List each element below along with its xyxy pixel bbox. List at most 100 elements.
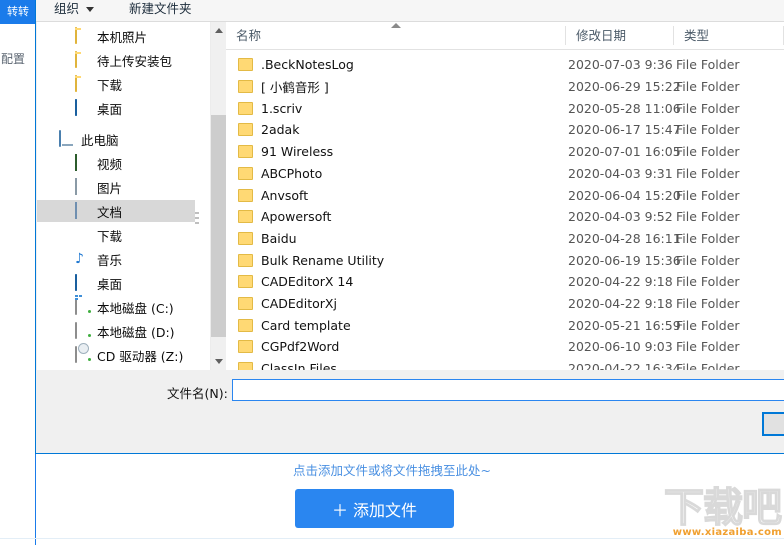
file-row[interactable]: 2adak 2020-06-17 15:47 File Folder	[226, 119, 784, 141]
file-row[interactable]: CADEditorXj 2020-04-22 9:18 File Folder	[226, 293, 784, 315]
file-open-dialog: 组织 新建文件夹 本机照片 待上传安装包 下载 桌面 此电脑 视频 图片 文档 下载 ♪ 音乐 桌面本…	[35, 0, 784, 454]
file-name: .BeckNotesLog	[261, 57, 354, 73]
nav-item-3[interactable]: 桌面	[37, 97, 195, 119]
nav-item-label: 音乐	[97, 252, 123, 268]
file-date: 2020-06-19 15:36	[568, 252, 681, 268]
nav-item-label: 下载	[97, 228, 123, 244]
file-row[interactable]: .BeckNotesLog 2020-07-03 9:36 File Folder	[226, 54, 784, 76]
nav-item-label: 图片	[97, 180, 123, 196]
file-name: CADEditorXj	[261, 296, 337, 312]
file-name: Anvsoft	[261, 187, 309, 203]
system-drive-icon	[75, 298, 92, 315]
bottom-divider	[0, 538, 784, 539]
dialog-toolbar: 组织 新建文件夹	[36, 0, 784, 22]
file-type: File Folder	[676, 122, 740, 138]
file-type: File Folder	[676, 187, 740, 203]
scroll-up-arrow-icon[interactable]	[211, 22, 227, 39]
folder-icon	[238, 318, 253, 332]
file-row[interactable]: Bulk Rename Utility 2020-06-19 15:36 File …	[226, 249, 784, 271]
file-name: Bulk Rename Utility	[261, 252, 385, 268]
file-row[interactable]: 1.scriv 2020-05-28 11:06 File Folder	[226, 97, 784, 119]
column-header-date[interactable]: 修改日期	[566, 22, 674, 49]
new-folder-button[interactable]: 新建文件夹	[121, 0, 200, 22]
file-row[interactable]: 91 Wireless 2020-07-01 16:05 File Folder	[226, 141, 784, 163]
file-type: File Folder	[676, 274, 740, 290]
app-tab-converter[interactable]: 转转	[0, 0, 36, 24]
folder-icon	[238, 231, 253, 245]
file-row[interactable]: CGPdf2Word 2020-06-10 9:03 File Folder	[226, 336, 784, 358]
folder-icon	[238, 275, 253, 289]
nav-item-10[interactable]: 桌面	[37, 272, 195, 294]
file-date: 2020-07-03 9:36	[568, 57, 673, 73]
nav-item-11[interactable]: 本地磁盘 (C:)	[37, 296, 195, 318]
file-date: 2020-04-22 16:34	[568, 361, 681, 370]
nav-item-7[interactable]: 文档	[37, 200, 195, 222]
app-tab-label: 转转	[7, 5, 29, 18]
nav-item-label: 桌面	[97, 276, 123, 292]
file-type: File Folder	[676, 100, 740, 116]
watermark-text: 下载吧	[663, 485, 782, 531]
new-folder-label: 新建文件夹	[129, 1, 192, 16]
folder-icon	[238, 362, 253, 370]
organize-menu-button[interactable]: 组织	[46, 0, 102, 22]
folder-icon	[75, 51, 92, 68]
file-row[interactable]: Card template 2020-05-21 16:59 File Folder	[226, 314, 784, 336]
scroll-down-arrow-icon[interactable]	[211, 353, 227, 370]
nav-item-label: 本地磁盘 (D:)	[97, 324, 175, 340]
organize-label: 组织	[54, 1, 80, 16]
file-row[interactable]: ClassIn Files 2020-04-22 16:34 File Folder	[226, 358, 784, 370]
folder-icon	[238, 166, 253, 180]
filename-bar: 文件名(N):	[37, 371, 784, 453]
file-row[interactable]: Apowersoft 2020-04-03 9:52 File Folder	[226, 206, 784, 228]
filename-input[interactable]	[232, 379, 784, 401]
nav-item-6[interactable]: 图片	[37, 176, 195, 198]
filename-label: 文件名(N):	[167, 386, 228, 401]
file-row[interactable]: [ 小鹤音形 ] 2020-06-29 15:22 File Folder	[226, 76, 784, 98]
open-button[interactable]	[762, 412, 784, 436]
file-row[interactable]: CADEditorX 14 2020-04-22 9:18 File Folder	[226, 271, 784, 293]
file-list-pane[interactable]: 名称 修改日期 类型 大 .BeckNotesLog 2020-07-03 9:3…	[226, 22, 784, 370]
file-type: File Folder	[676, 144, 740, 160]
file-row[interactable]: Baidu 2020-04-28 16:11 File Folder	[226, 228, 784, 250]
nav-item-label: 视频	[97, 156, 123, 172]
nav-item-label: CD 驱动器 (Z:)	[97, 348, 184, 364]
scrollbar-thumb[interactable]	[211, 115, 227, 337]
column-header-name[interactable]: 名称	[226, 22, 566, 49]
chevron-down-icon	[86, 7, 95, 12]
file-name: [ 小鹤音形 ]	[261, 80, 329, 96]
cd-drive-icon	[75, 346, 92, 363]
file-name: Card template	[261, 317, 351, 333]
nav-item-13[interactable]: CD 驱动器 (Z:)	[37, 344, 195, 366]
nav-item-5[interactable]: 视频	[37, 152, 195, 174]
monitor-icon	[75, 99, 92, 116]
navigation-pane[interactable]: 本机照片 待上传安装包 下载 桌面 此电脑 视频 图片 文档 下载 ♪ 音乐 桌面 本地磁盘 (C:) 本…	[37, 22, 195, 370]
file-name: ABCPhoto	[261, 165, 323, 181]
folder-icon	[238, 123, 253, 137]
nav-item-4[interactable]: 此电脑	[37, 128, 195, 150]
nav-item-8[interactable]: 下载	[37, 224, 195, 246]
file-date: 2020-06-10 9:03	[568, 339, 673, 355]
nav-splitter[interactable]	[195, 22, 210, 370]
file-row[interactable]: Anvsoft 2020-06-04 15:20 File Folder	[226, 184, 784, 206]
file-row[interactable]: ABCPhoto 2020-04-03 9:31 File Folder	[226, 163, 784, 185]
column-header-row: 名称 修改日期 类型 大	[226, 22, 784, 50]
download-icon	[75, 227, 92, 243]
file-type: File Folder	[676, 317, 740, 333]
nav-item-0[interactable]: 本机照片	[37, 25, 195, 47]
nav-item-12[interactable]: 本地磁盘 (D:)	[37, 320, 195, 342]
navigation-scrollbar[interactable]	[210, 22, 227, 370]
nav-item-9[interactable]: ♪ 音乐	[37, 248, 195, 270]
add-file-button[interactable]: ＋ 添加文件	[295, 489, 454, 528]
dialog-bottom-edge	[36, 453, 784, 454]
file-date: 2020-04-28 16:11	[568, 230, 681, 246]
nav-item-2[interactable]: 下载	[37, 73, 195, 95]
folder-icon	[238, 58, 253, 72]
column-header-type[interactable]: 类型	[674, 22, 784, 49]
file-date: 2020-04-03 9:52	[568, 209, 673, 225]
music-icon: ♪	[75, 251, 84, 267]
nav-item-label: 桌面	[97, 101, 123, 117]
file-name: ClassIn Files	[261, 361, 337, 370]
sort-ascending-icon	[391, 23, 401, 28]
nav-item-1[interactable]: 待上传安装包	[37, 49, 195, 71]
nav-item-label: 下载	[97, 77, 123, 93]
